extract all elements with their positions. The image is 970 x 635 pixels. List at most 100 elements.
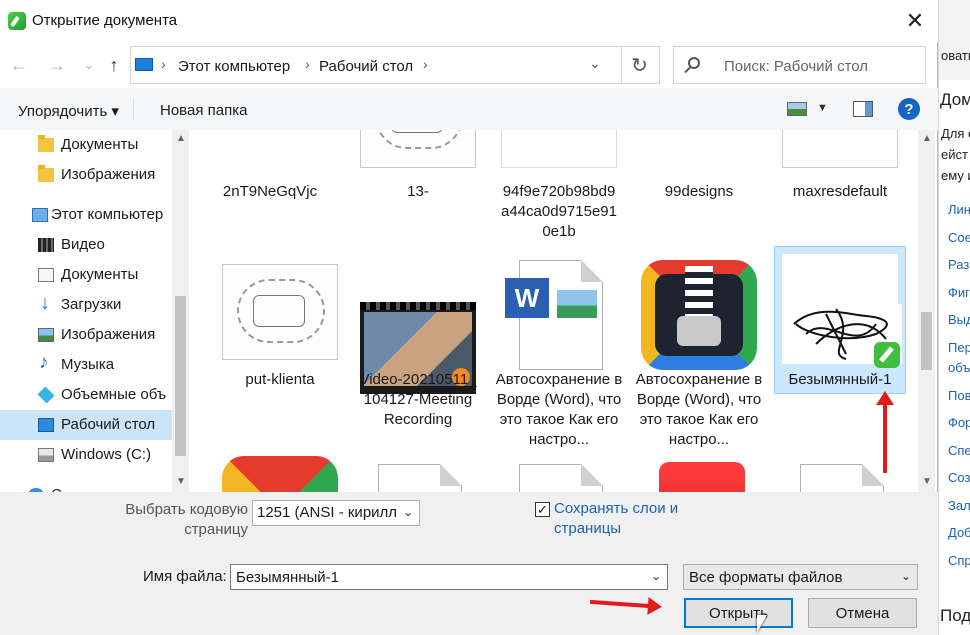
open-document-dialog: Открытие документа ✕ ← → ⌄ ↑ › Этот комп…: [0, 0, 938, 635]
filename-label: Имя файла:: [143, 568, 227, 585]
scroll-up-icon[interactable]: ▲: [176, 133, 186, 144]
close-button[interactable]: ✕: [892, 4, 938, 38]
breadcrumb-this-pc[interactable]: Этот компьютер: [178, 58, 290, 75]
sidebar-item-this-pc[interactable]: Этот компьютер: [0, 200, 172, 230]
up-arrow-icon[interactable]: ↑: [99, 50, 129, 80]
cancel-button[interactable]: Отмена: [808, 598, 917, 628]
refresh-icon[interactable]: ↻: [621, 47, 657, 83]
documents-icon: [38, 268, 54, 282]
sidebar-item-label: Музыка: [61, 356, 115, 373]
filename-input[interactable]: Безымянный-1 ⌄: [230, 564, 668, 590]
archive-app-icon: [641, 260, 757, 370]
sidebar-item-video[interactable]: Видео: [0, 230, 172, 260]
background-app-link[interactable]: Фиг: [948, 285, 970, 300]
sidebar-item-label: Изображения: [61, 326, 156, 343]
address-bar[interactable]: › Этот компьютер › Рабочий стол › ⌄ ↻: [130, 46, 660, 84]
open-button[interactable]: Открыть: [684, 598, 793, 628]
sidebar-item-label: Загрузки: [61, 296, 122, 313]
sidebar-item-network[interactable]: С: [0, 480, 172, 492]
background-app-link[interactable]: Спр: [948, 553, 970, 568]
filename-value: Безымянный-1: [236, 569, 340, 586]
file-thumbnail: [360, 130, 476, 168]
breadcrumb-desktop[interactable]: Рабочий стол: [319, 58, 413, 75]
sidebar-item-downloads[interactable]: Загрузки: [0, 290, 172, 320]
background-app-link[interactable]: Выд: [948, 312, 970, 327]
toolbar-divider: [133, 98, 134, 120]
file-name: Автосохранение в Ворде (Word), что это т…: [635, 371, 763, 448]
preview-pane-icon[interactable]: [853, 101, 873, 117]
word-badge: W: [505, 278, 549, 318]
organize-button[interactable]: Упорядочить ▾: [18, 102, 119, 120]
scroll-down-icon[interactable]: ▼: [922, 476, 932, 487]
file-thumbnail: [782, 254, 902, 368]
background-app-panel: овать Дом Для о ейст ему и Лин Сое Раз Ф…: [938, 0, 970, 635]
view-options-caret-icon[interactable]: ▼: [817, 102, 828, 114]
keep-layers-label[interactable]: Сохранять слои и страницы: [554, 499, 704, 539]
background-app-link[interactable]: Соз: [948, 470, 970, 485]
sidebar-item-label: Этот компьютер: [51, 206, 164, 223]
sidebar-item-label: Рабочий стол: [61, 416, 156, 433]
background-app-link[interactable]: Лин: [948, 202, 970, 217]
background-app-link[interactable]: Пов: [948, 388, 970, 403]
background-app-link[interactable]: Спе: [948, 443, 970, 458]
annotation-arrow-up: [876, 391, 894, 473]
title-bar[interactable]: Открытие документа ✕: [0, 0, 938, 42]
sidebar-item-music[interactable]: Музыка: [0, 350, 172, 380]
sidebar-item-label: Видео: [61, 236, 105, 253]
computer-icon: [135, 58, 153, 71]
navigation-bar: ← → ⌄ ↑ › Этот компьютер › Рабочий стол …: [0, 42, 938, 88]
sidebar-item-label: Объемные объ: [61, 386, 167, 403]
background-app-link[interactable]: Пер: [948, 340, 970, 355]
forward-arrow-icon[interactable]: →: [42, 50, 72, 80]
word-document-icon: [360, 464, 476, 492]
navigation-scrollbar[interactable]: ▲ ▼: [172, 130, 189, 492]
chevron-down-icon[interactable]: ⌄: [651, 569, 661, 583]
sidebar-item-images[interactable]: Изображения: [0, 320, 172, 350]
file-name: maxresdefault: [792, 183, 888, 200]
background-app-link[interactable]: Фор: [948, 415, 970, 430]
search-input[interactable]: Поиск: Рабочий стол: [673, 46, 926, 84]
background-app-text: овать: [941, 48, 970, 63]
background-app-text: Для о: [941, 126, 970, 141]
scrollbar-thumb[interactable]: [921, 312, 932, 370]
new-folder-button[interactable]: Новая папка: [160, 102, 247, 119]
file-thumbnail: [222, 264, 338, 360]
background-app-link[interactable]: Доб: [948, 525, 970, 540]
address-history-chevron-icon[interactable]: ⌄: [589, 55, 601, 72]
scroll-down-icon[interactable]: ▼: [176, 476, 186, 487]
change-view-icon[interactable]: [787, 102, 807, 116]
filetype-select[interactable]: Все форматы файлов ⌄: [683, 564, 918, 590]
dialog-title: Открытие документа: [32, 12, 178, 29]
help-icon[interactable]: ?: [898, 98, 920, 120]
background-app-link[interactable]: объ: [948, 360, 970, 375]
sidebar-item-images-quick[interactable]: Изображения: [0, 160, 172, 190]
codepage-select[interactable]: 1251 (ANSI - кирилл ⌄: [252, 500, 420, 526]
sidebar-item-documents[interactable]: Документы: [0, 260, 172, 290]
back-arrow-icon[interactable]: ←: [4, 50, 34, 80]
keep-layers-checkbox[interactable]: ✓: [535, 502, 550, 517]
navigation-pane: Документы Изображения Этот компьютер Вид…: [0, 130, 190, 492]
music-icon: [38, 352, 54, 374]
background-app-link[interactable]: Сое: [948, 230, 970, 245]
background-app-heading: Дом: [940, 90, 970, 109]
word-document-icon: W: [501, 260, 617, 370]
sidebar-item-windows-c[interactable]: Windows (C:): [0, 440, 172, 470]
background-app-link[interactable]: Зал: [948, 498, 970, 513]
pdf-file-icon: [659, 462, 745, 492]
breadcrumb-separator[interactable]: ›: [423, 56, 428, 72]
file-name: 99designs: [664, 183, 734, 200]
scrollbar-thumb[interactable]: [175, 296, 186, 456]
file-name: Безымянный-1: [788, 371, 892, 388]
drive-icon: [38, 448, 54, 462]
chevron-down-icon: ⌄: [900, 569, 911, 583]
sidebar-item-desktop[interactable]: Рабочий стол: [0, 410, 172, 440]
sidebar-item-3d-objects[interactable]: Объемные объ: [0, 380, 172, 410]
file-thumbnail: [501, 130, 617, 168]
scroll-up-icon[interactable]: ▲: [922, 133, 932, 144]
background-app-text: ему и: [941, 168, 970, 183]
file-thumbnail: [212, 130, 328, 170]
background-app-link[interactable]: Раз: [948, 257, 969, 272]
document-picture: [557, 290, 597, 318]
file-list-scrollbar[interactable]: ▲ ▼: [918, 130, 935, 492]
sidebar-item-documents-quick[interactable]: Документы: [0, 130, 172, 160]
